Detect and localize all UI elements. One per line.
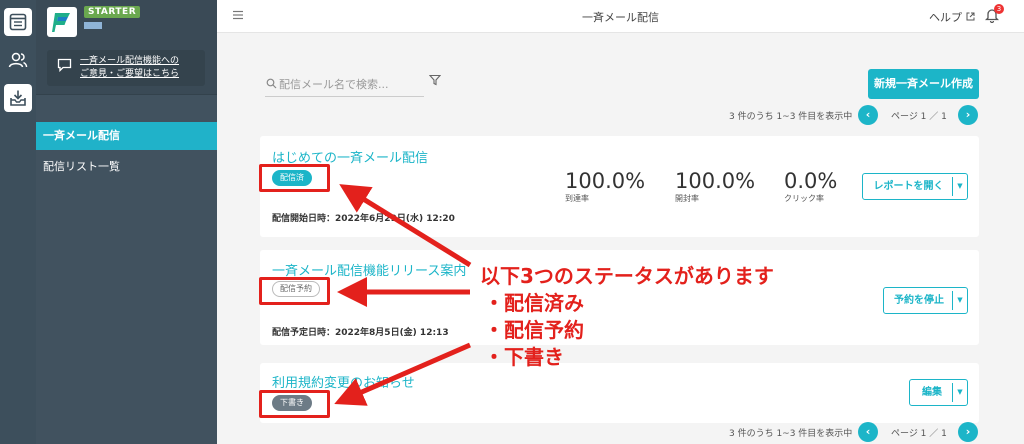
- list-window-icon: [9, 13, 27, 31]
- pagination-summary: 3 件のうち 1~3 件目を表示中: [729, 429, 853, 439]
- external-link-icon: [966, 12, 974, 21]
- edit-label: 編集: [922, 387, 942, 398]
- notification-count-badge: 3: [994, 4, 1004, 14]
- pagination-top: 3 件のうち 1~3 件目を表示中 ‹ ページ 1 ／ 1 ›: [729, 105, 991, 125]
- plan-badge: STARTER: [84, 6, 141, 18]
- prev-page-button[interactable]: ‹: [858, 422, 878, 442]
- search-icon: [266, 78, 277, 89]
- stat-value: 100.0%: [675, 169, 756, 193]
- annotation-highlight-box: [259, 390, 330, 418]
- next-page-button[interactable]: ›: [958, 105, 978, 125]
- chevron-down-icon[interactable]: ▼: [953, 380, 967, 405]
- click-rate-stat: 0.0% クリック率: [784, 169, 837, 204]
- annotation-line: ・配信予約: [484, 318, 584, 342]
- filter-icon[interactable]: [429, 74, 441, 86]
- search-box: [265, 72, 424, 97]
- annotation-highlight-box: [259, 164, 330, 192]
- help-label: ヘルプ: [929, 11, 962, 24]
- stop-schedule-label: 予約を停止: [894, 295, 944, 306]
- feedback-link[interactable]: 一斉メール配信機能への ご意見・ご要望はこちら: [47, 50, 205, 86]
- prev-page-button[interactable]: ‹: [858, 105, 878, 125]
- sidebar-header: STARTER 一斉メール配信機能への ご意見・ご要望はこちら: [36, 0, 217, 95]
- open-rate-stat: 100.0% 開封率: [675, 169, 755, 204]
- annotation-text: 以下3つのステータスがあります ・配信済み ・配信予約 ・下書き: [480, 263, 774, 371]
- edit-button[interactable]: 編集 ▼: [909, 379, 968, 406]
- feedback-line-1: 一斉メール配信機能への: [80, 56, 180, 66]
- feedback-line-2: ご意見・ご要望はこちら: [80, 69, 180, 79]
- stat-label: 開封率: [675, 194, 699, 203]
- send-date: 配信開始日時：2022年6月29日(水) 12:20: [272, 214, 455, 224]
- sidebar: STARTER 一斉メール配信機能への ご意見・ご要望はこちら 一斉メール配信 …: [36, 0, 217, 444]
- topbar: 一斉メール配信 ヘルプ 3: [217, 0, 1024, 33]
- app-logo[interactable]: [47, 7, 77, 37]
- search-input[interactable]: [279, 74, 419, 94]
- page-indicator: ページ 1 ／ 1: [891, 429, 947, 439]
- inbox-download-icon: [10, 90, 26, 106]
- annotation-line: ・配信済み: [484, 291, 584, 315]
- page-title: 一斉メール配信: [582, 11, 659, 24]
- pagination-bottom: 3 件のうち 1~3 件目を表示中 ‹ ページ 1 ／ 1 ›: [729, 422, 991, 442]
- next-page-button[interactable]: ›: [958, 422, 978, 442]
- open-report-button[interactable]: レポートを開く ▼: [862, 173, 968, 200]
- campaign-list-rail-button[interactable]: [4, 8, 32, 36]
- logo-icon: [52, 13, 70, 32]
- app-rail: [0, 0, 36, 444]
- stat-value: 100.0%: [565, 169, 646, 193]
- page-indicator: ページ 1 ／ 1: [891, 112, 947, 122]
- scheduled-date: 配信予定日時：2022年8月5日(金) 12:13: [272, 328, 449, 338]
- annotation-highlight-box: [259, 277, 330, 305]
- sidebar-item-campaigns[interactable]: 一斉メール配信: [36, 122, 217, 150]
- stat-value: 0.0%: [784, 169, 838, 193]
- chevron-down-icon[interactable]: ▼: [953, 288, 967, 313]
- delivery-rate-stat: 100.0% 到達率: [565, 169, 645, 204]
- pagination-summary: 3 件のうち 1~3 件目を表示中: [729, 112, 853, 122]
- sidebar-item-distribution-lists[interactable]: 配信リスト一覧: [36, 153, 217, 181]
- chevron-down-icon[interactable]: ▼: [953, 174, 967, 199]
- contacts-rail-button[interactable]: [4, 46, 32, 74]
- stat-label: 到達率: [565, 194, 589, 203]
- notifications-button[interactable]: 3: [984, 4, 1004, 27]
- annotation-line: 以下3つのステータスがあります: [480, 264, 774, 288]
- campaign-title[interactable]: 利用規約変更のお知らせ: [272, 372, 415, 391]
- mail-rail-button[interactable]: [4, 84, 32, 112]
- help-link[interactable]: ヘルプ: [929, 9, 975, 25]
- stop-schedule-button[interactable]: 予約を停止 ▼: [883, 287, 968, 314]
- open-report-label: レポートを開く: [873, 181, 944, 192]
- annotation-line: ・下書き: [484, 345, 564, 369]
- main-content: 一斉メール配信 ヘルプ 3 新規一斉メール作成 3 件のうち 1~3 件目を表示…: [217, 0, 1024, 444]
- stat-label: クリック率: [784, 194, 824, 203]
- campaign-card: 利用規約変更のお知らせ 下書き 編集 ▼: [260, 363, 979, 423]
- sidebar-nav: 一斉メール配信 配信リスト一覧: [36, 122, 217, 184]
- campaign-card: はじめての一斉メール配信 配信済 配信開始日時：2022年6月29日(水) 12…: [260, 136, 979, 237]
- org-name-redacted: [84, 22, 102, 29]
- users-icon: [8, 52, 28, 68]
- new-campaign-button[interactable]: 新規一斉メール作成: [868, 69, 979, 99]
- chat-bubble-icon: [57, 58, 72, 72]
